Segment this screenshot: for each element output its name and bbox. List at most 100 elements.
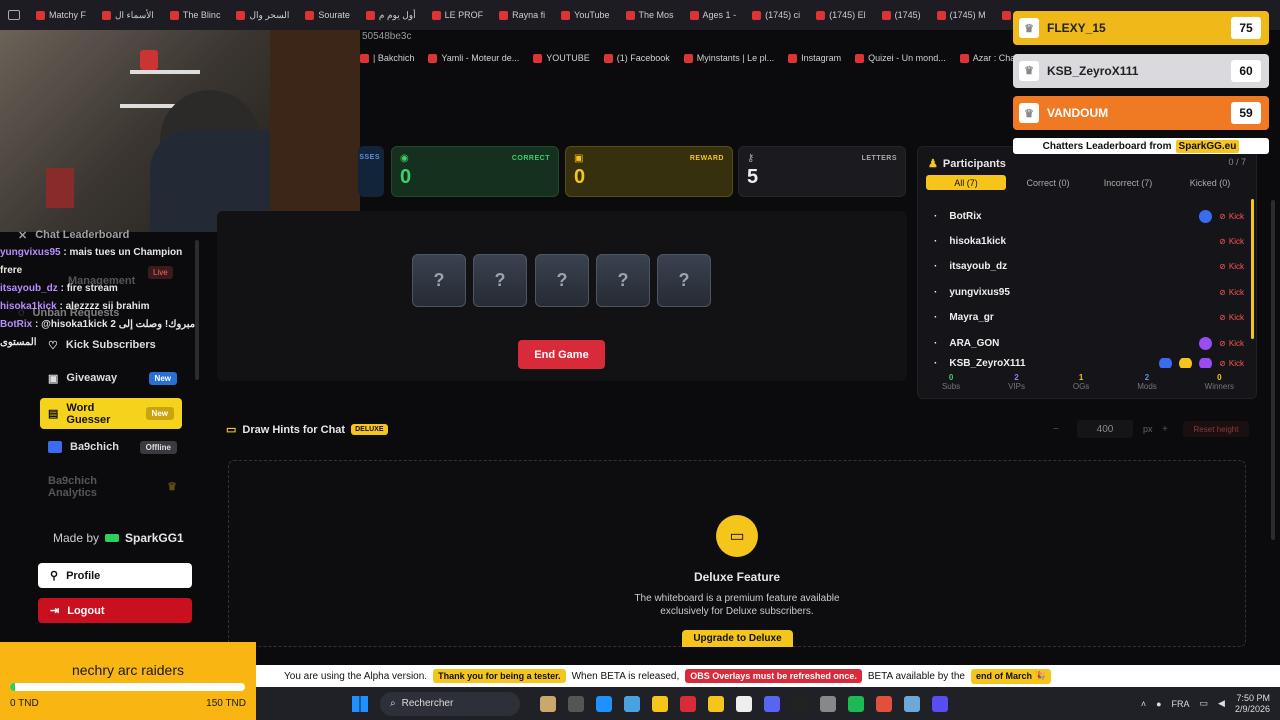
- filter-kicked-tab[interactable]: Kicked (0): [1178, 175, 1242, 190]
- bookmark-item[interactable]: Azar : Chat Vidéo...: [959, 53, 1020, 63]
- taskbar-app-icon[interactable]: [820, 695, 836, 712]
- tab-label: Rayna fi: [512, 10, 546, 20]
- url-fragment[interactable]: 50548be3c: [362, 31, 412, 42]
- taskbar-app-icon[interactable]: [596, 695, 612, 712]
- bookmark-label: Yamli - Moteur de...: [441, 53, 520, 63]
- language-indicator[interactable]: FRA: [1172, 699, 1190, 709]
- filter-all-tab[interactable]: All (7): [926, 175, 1006, 190]
- kick-button[interactable]: ⊘ Kick: [1199, 336, 1244, 350]
- sidebar-item-chat-leaderboard[interactable]: ✕ Chat Leaderboard: [10, 220, 155, 250]
- tab-favicon-icon: [1001, 10, 1011, 20]
- network-icon[interactable]: ▭: [1200, 698, 1209, 709]
- taskbar-app-icon[interactable]: [876, 695, 892, 712]
- kick-button[interactable]: ⊘ Kick: [1219, 313, 1244, 322]
- participants-scrollbar[interactable]: [1251, 199, 1254, 339]
- profile-button[interactable]: ⚲ Profile: [38, 563, 192, 588]
- taskbar-app-icon[interactable]: [708, 695, 724, 712]
- tab-label: (1745) ci: [765, 10, 801, 20]
- browser-tab[interactable]: Matchy F: [30, 4, 92, 26]
- browser-tab[interactable]: Rayna fi: [493, 4, 551, 26]
- browser-tab[interactable]: Sourate: [299, 4, 356, 26]
- taskbar-app-icon[interactable]: [848, 695, 864, 712]
- participant-name: ARA_GON: [949, 337, 1000, 349]
- sidebar-item-unban-requests[interactable]: ◌ Unban Requests: [10, 298, 155, 328]
- crown-icon: ♛: [1019, 18, 1039, 38]
- tab-label: Ages 1 -: [702, 10, 737, 20]
- end-game-button[interactable]: End Game: [518, 340, 605, 369]
- browser-tab[interactable]: (1745): [876, 4, 927, 26]
- sidebar-item-ba9chich[interactable]: Ba9chich Offline: [40, 432, 185, 462]
- filter-incorrect-tab[interactable]: Incorrect (7): [1093, 175, 1163, 190]
- taskbar-app-icon[interactable]: [792, 695, 808, 712]
- taskbar-app-icon[interactable]: [540, 695, 556, 712]
- bookmark-item[interactable]: Instagram: [788, 53, 841, 63]
- kick-label: Kick: [1228, 338, 1244, 348]
- taskbar-app-icon[interactable]: [680, 695, 696, 712]
- taskbar-search[interactable]: ⌕ Rechercher: [380, 691, 520, 716]
- bookmark-item[interactable]: Yamli - Moteur de...: [428, 53, 519, 63]
- height-input[interactable]: 400: [1077, 420, 1133, 438]
- new-badge: New: [148, 371, 177, 385]
- sidebar-item-management[interactable]: Management: [60, 266, 205, 296]
- kick-button[interactable]: ⊘ Kick: [1219, 262, 1244, 271]
- sidebar-scrollbar[interactable]: [195, 240, 199, 380]
- taskbar-app-icon[interactable]: [736, 695, 752, 712]
- browser-tab[interactable]: الأسماء ال: [96, 4, 160, 26]
- kick-button[interactable]: ⊘ Kick: [1159, 358, 1244, 369]
- volume-icon[interactable]: ◀: [1218, 698, 1225, 709]
- windows-start-icon[interactable]: [352, 695, 368, 712]
- bookmark-item[interactable]: YOUTUBE: [533, 53, 590, 63]
- chevron-up-icon[interactable]: ˄: [1141, 699, 1146, 709]
- sidebar-item-giveaway[interactable]: ▣ Giveaway New: [40, 363, 185, 393]
- letter-box: ?: [596, 254, 650, 307]
- tab-label: LE PROF: [444, 10, 484, 20]
- taskbar-app-icon[interactable]: [764, 695, 780, 712]
- bookmark-favicon-icon: [533, 53, 543, 63]
- taskbar-app-icon[interactable]: [652, 695, 668, 712]
- browser-tab[interactable]: YouTube: [555, 4, 615, 26]
- bookmark-item[interactable]: Myinstants | Le pl...: [683, 53, 774, 63]
- bookmark-label: Quizei - Un mond...: [868, 53, 946, 63]
- height-unit: px: [1143, 424, 1153, 434]
- browser-tab[interactable]: أول يوم م: [360, 4, 422, 26]
- kick-button[interactable]: ⊘ Kick: [1219, 288, 1244, 297]
- mic-icon[interactable]: ●: [1156, 699, 1161, 709]
- bookmark-item[interactable]: Quizei - Un mond...: [855, 53, 946, 63]
- users-icon: ♟: [928, 158, 938, 170]
- page-scrollbar[interactable]: [1271, 200, 1275, 540]
- browser-tab[interactable]: (1745) El: [810, 4, 872, 26]
- logout-button[interactable]: ⇥ Logout: [38, 598, 192, 623]
- taskbar-app-icon[interactable]: [624, 695, 640, 712]
- sidebar-item-ba9chich-analytics[interactable]: Ba9chich Analytics ♛: [40, 472, 185, 502]
- decrease-height-button[interactable]: −: [1053, 424, 1059, 435]
- sidebar-item-word-guesser[interactable]: ▤ Word Guesser New: [40, 398, 182, 429]
- bookmark-favicon-icon: [959, 53, 969, 63]
- clock[interactable]: 7:50 PM 2/9/2026: [1235, 693, 1270, 715]
- browser-tab[interactable]: Ages 1 -: [684, 4, 743, 26]
- kick-button[interactable]: ⊘ Kick: [1219, 237, 1244, 246]
- browser-tab[interactable]: LE PROF: [426, 4, 490, 26]
- letter-box: ?: [473, 254, 527, 307]
- bookmark-item[interactable]: | Bakchich: [360, 53, 414, 63]
- browser-menu-icon[interactable]: [8, 10, 20, 20]
- browser-tab[interactable]: The Blinc: [164, 4, 227, 26]
- taskbar-app-icon[interactable]: [932, 695, 948, 712]
- browser-tab[interactable]: The Mos: [620, 4, 680, 26]
- browser-tab[interactable]: السحر وال: [230, 4, 295, 26]
- filter-correct-tab[interactable]: Correct (0): [1018, 175, 1078, 190]
- bookmark-item[interactable]: (1) Facebook: [603, 53, 670, 63]
- taskbar-app-icon[interactable]: [904, 695, 920, 712]
- crown-icon: ♛: [1019, 60, 1039, 81]
- browser-tab[interactable]: (1745) M: [931, 4, 992, 26]
- leaderboard-name: FLEXY_15: [1047, 21, 1106, 35]
- bookmark-label: Instagram: [801, 53, 842, 63]
- sidebar-item-kick-subscribers[interactable]: ♡ Kick Subscribers: [40, 330, 185, 360]
- kick-button[interactable]: ⊘ Kick: [1199, 209, 1244, 223]
- kick-label: Kick: [1228, 358, 1244, 368]
- upgrade-button[interactable]: Upgrade to Deluxe: [682, 630, 793, 647]
- draw-hints-section: ▭ Draw Hints for Chat DELUXE − 400 px + …: [217, 412, 1257, 647]
- taskbar-app-icon[interactable]: [568, 695, 584, 712]
- reset-height-button[interactable]: Reset height: [1183, 421, 1249, 437]
- browser-tab[interactable]: (1745) ci: [746, 4, 806, 26]
- increase-height-button[interactable]: +: [1162, 424, 1168, 435]
